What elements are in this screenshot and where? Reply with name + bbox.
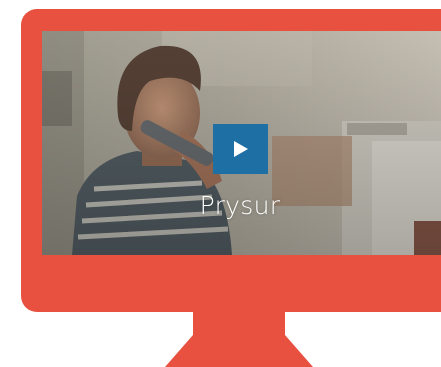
video-title: Prysur xyxy=(199,191,281,220)
video-monitor-illustration: Prysur xyxy=(0,0,441,367)
monitor-stand-neck xyxy=(193,312,285,336)
play-button[interactable] xyxy=(213,124,268,174)
monitor-stand-base xyxy=(193,335,285,367)
play-icon xyxy=(234,141,248,157)
monitor-stand-base-right xyxy=(285,335,313,367)
